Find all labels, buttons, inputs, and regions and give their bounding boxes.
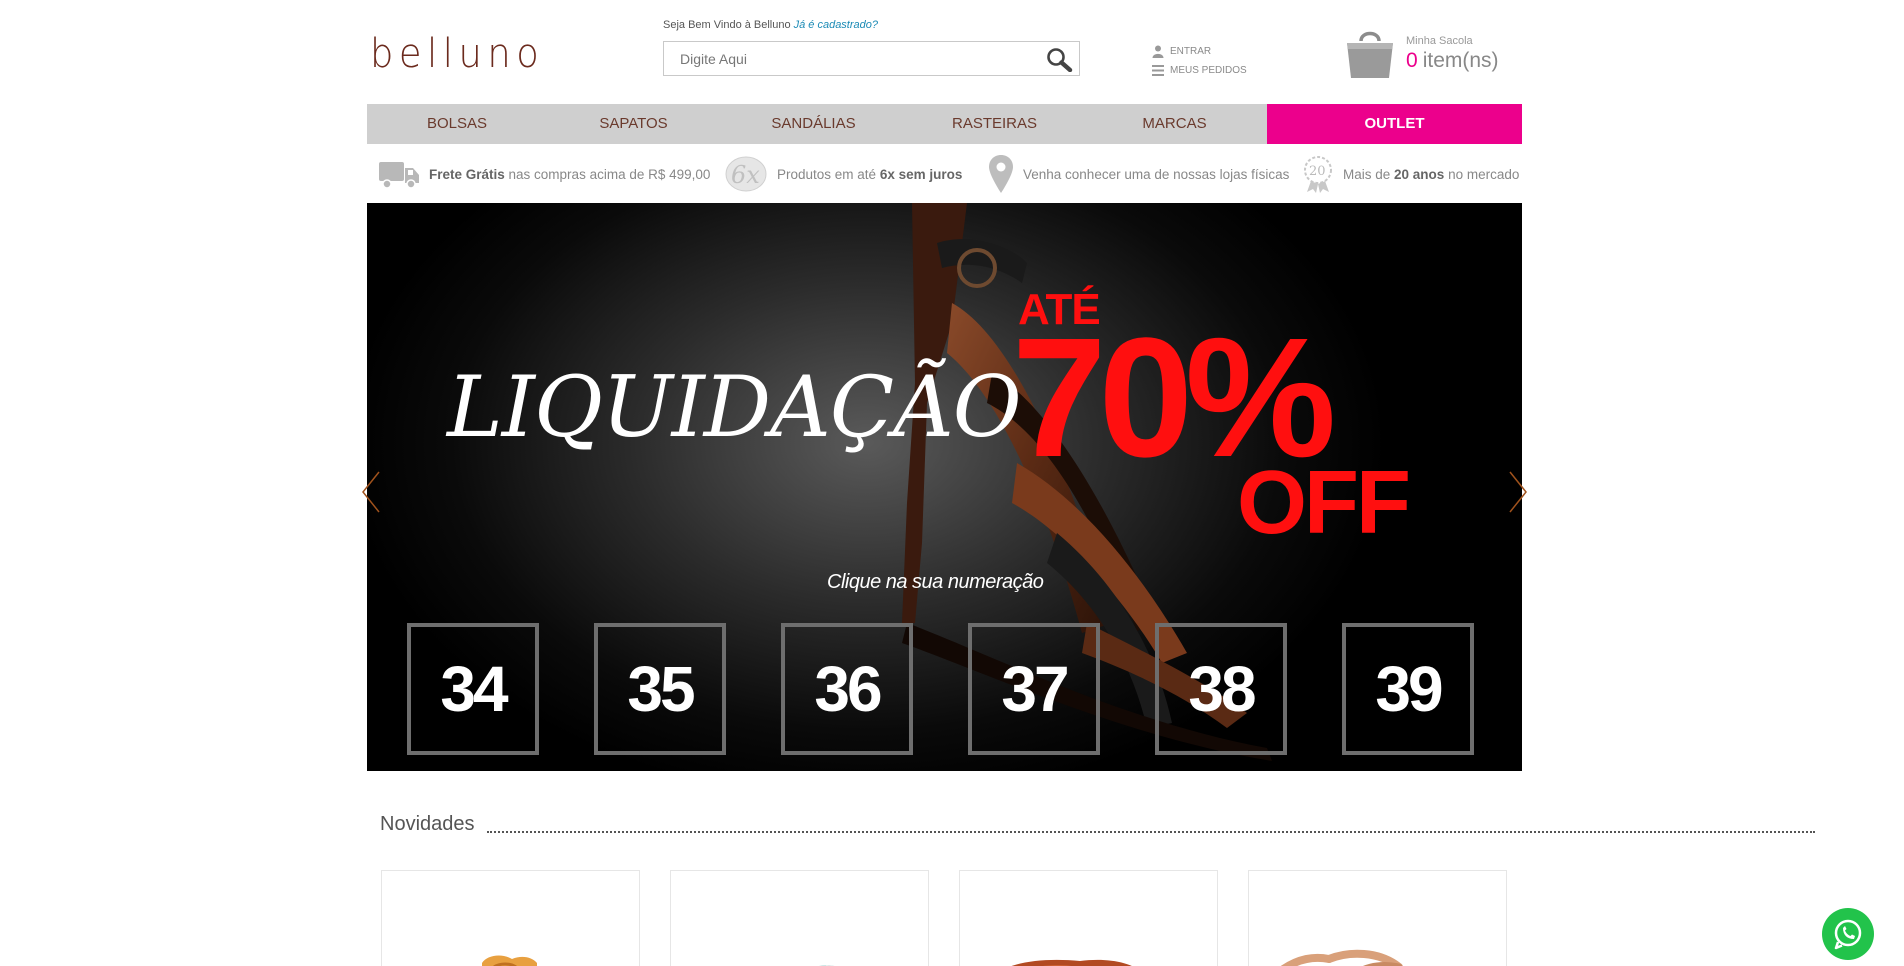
section-divider <box>487 831 1815 833</box>
my-orders-label: MEUS PEDIDOS <box>1170 65 1247 76</box>
bag-count-unit: item(ns) <box>1422 49 1499 72</box>
search-button[interactable] <box>1045 46 1073 73</box>
product-image <box>1011 959 1132 966</box>
shopping-bag[interactable]: Minha Sacola 0 item(ns) <box>1344 27 1499 79</box>
registered-link[interactable]: Já é cadastrado? <box>794 19 878 31</box>
nav-item-bolsas[interactable]: BOLSAS <box>367 104 547 144</box>
truck-icon <box>379 162 419 189</box>
nav-item-rasteiras[interactable]: RASTEIRAS <box>907 104 1082 144</box>
nav-item-sandalias[interactable]: SANDÁLIAS <box>720 104 907 144</box>
shopping-bag-icon <box>1347 31 1393 78</box>
nav-item-outlet[interactable]: OUTLET <box>1267 104 1522 144</box>
size-button-36[interactable]: 36 <box>781 623 913 755</box>
product-image <box>482 955 537 966</box>
benefit-installments-text: Produtos em até 6x sem juros <box>777 167 962 182</box>
banner-prev-button[interactable] <box>359 468 383 516</box>
size-selector: 34 35 36 37 38 39 <box>407 623 1487 755</box>
benefit-installments-bold: 6x sem juros <box>879 166 963 182</box>
benefit-stores-text: Venha conhecer uma de nossas lojas físic… <box>1023 166 1290 182</box>
benefit-free-shipping-text: Frete Grátis nas compras acima de R$ 499… <box>429 167 710 182</box>
benefits-bar: Frete Grátis nas compras acima de R$ 499… <box>367 152 1522 196</box>
size-button-34[interactable]: 34 <box>407 623 539 755</box>
size-button-38[interactable]: 38 <box>1155 623 1287 755</box>
benefit-years: 20 Mais de 20 anos no mercado <box>1303 152 1519 196</box>
award-20-icon: 20 <box>1304 156 1332 193</box>
search-input[interactable] <box>664 42 1034 75</box>
product-card[interactable] <box>1248 870 1507 966</box>
product-card[interactable] <box>381 870 640 966</box>
my-orders-link[interactable]: MEUS PEDIDOS <box>1152 61 1247 80</box>
bag-count-number: 0 <box>1406 49 1418 72</box>
chevron-left-icon <box>362 471 380 513</box>
product-image <box>818 965 835 966</box>
size-button-35[interactable]: 35 <box>594 623 726 755</box>
nav-item-sapatos[interactable]: SAPATOS <box>547 104 720 144</box>
main-nav: BOLSAS SAPATOS SANDÁLIAS RASTEIRAS MARCA… <box>367 104 1522 144</box>
benefit-years-text: Mais de 20 anos no mercado <box>1343 167 1519 182</box>
search-box <box>663 41 1080 76</box>
banner-title: LIQUIDAÇÃO <box>447 358 1022 456</box>
welcome-text: Seja Bem Vindo à Belluno <box>663 19 791 31</box>
size-button-37[interactable]: 37 <box>968 623 1100 755</box>
benefit-free-shipping-bold: Frete Grátis <box>429 166 505 182</box>
6x-badge-number: 6x <box>731 161 760 189</box>
bag-count: 0 item(ns) <box>1406 49 1499 73</box>
product-card[interactable] <box>670 870 929 966</box>
whatsapp-icon <box>1834 919 1862 950</box>
benefit-installments-pre: Produtos em até <box>777 166 880 182</box>
list-icon <box>1152 65 1164 76</box>
award-20-number: 20 <box>1309 164 1326 179</box>
search-icon <box>1047 48 1073 73</box>
nav-item-marcas[interactable]: MARCAS <box>1082 104 1267 144</box>
benefit-stores: Venha conhecer uma de nossas lojas físic… <box>989 152 1289 196</box>
account-menu: ENTRAR MEUS PEDIDOS <box>1152 42 1247 80</box>
user-icon <box>1152 45 1164 58</box>
banner-subtitle: Clique na sua numeração <box>827 571 1044 593</box>
6x-badge-icon: 6x <box>725 156 767 192</box>
product-image <box>1280 949 1403 966</box>
chevron-right-icon <box>1509 471 1527 513</box>
welcome-message: Seja Bem Vindo à Belluno Já é cadastrado? <box>663 19 878 31</box>
belluno-logo[interactable]: belluno <box>370 30 544 78</box>
size-button-39[interactable]: 39 <box>1342 623 1474 755</box>
section-title-novidades: Novidades <box>380 813 475 835</box>
hero-banner[interactable]: LIQUIDAÇÃO ATÉ 70% OFF Clique na sua num… <box>367 203 1522 771</box>
login-link[interactable]: ENTRAR <box>1152 42 1247 61</box>
benefit-free-shipping-rest: nas compras acima de R$ 499,00 <box>504 166 711 182</box>
bag-label: Minha Sacola <box>1406 35 1473 47</box>
benefit-years-bold: 20 anos <box>1394 166 1445 182</box>
whatsapp-button[interactable] <box>1822 908 1874 960</box>
benefit-installments: 6x Produtos em até 6x sem juros <box>725 152 962 196</box>
product-card[interactable] <box>959 870 1218 966</box>
banner-off: OFF <box>1237 453 1411 553</box>
login-label: ENTRAR <box>1170 46 1212 57</box>
benefit-free-shipping: Frete Grátis nas compras acima de R$ 499… <box>379 152 710 196</box>
benefit-years-post: no mercado <box>1444 166 1520 182</box>
banner-next-button[interactable] <box>1506 468 1530 516</box>
benefit-years-pre: Mais de <box>1343 166 1395 182</box>
map-pin-icon <box>989 155 1013 193</box>
